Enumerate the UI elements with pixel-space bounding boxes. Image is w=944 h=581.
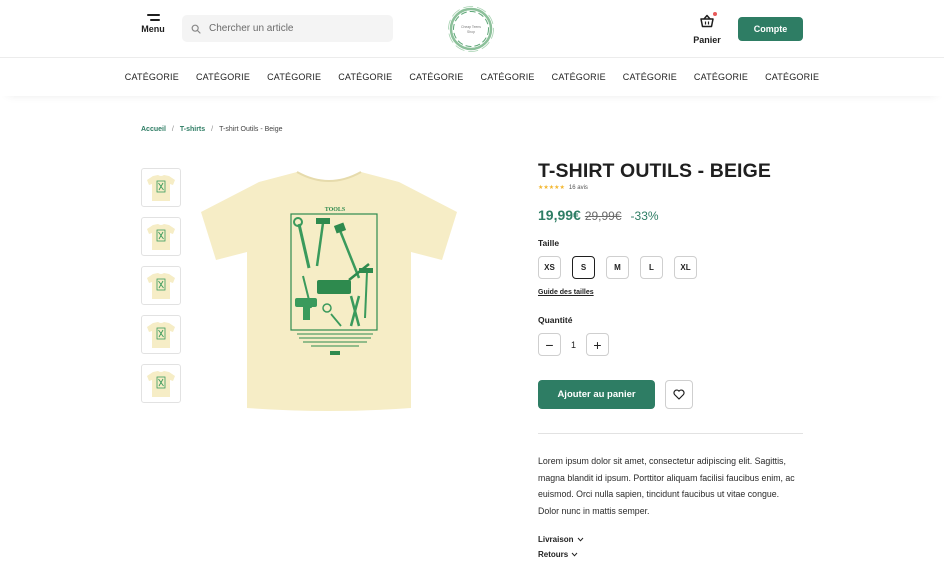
quantity-label: Quantité [538,315,573,325]
product-thumbnail[interactable] [141,315,181,354]
add-to-cart-button[interactable]: Ajouter au panier [538,380,655,409]
product-thumbnail[interactable] [141,364,181,403]
returns-label: Retours [538,550,569,559]
cart-badge [713,12,717,16]
category-link[interactable]: CATÉGORIE [196,72,250,82]
breadcrumb-separator: / [171,126,174,133]
logo-text-bottom: Shop [467,30,475,34]
product-thumbnail[interactable] [141,266,181,305]
heart-icon [673,389,685,400]
size-selector: XS S M L XL [538,256,697,279]
chevron-down-icon [571,552,578,557]
search-input[interactable] [209,23,379,34]
breadcrumb-home[interactable]: Accueil [141,126,166,133]
breadcrumb-current: T-shirt Outils - Beige [219,126,283,133]
size-option-xs[interactable]: XS [538,256,561,279]
site-header: Menu Cheap Teens Shop Panier Compte [0,0,944,58]
price-block: 19,99€ 29,99€ -33% [538,207,659,223]
review-count: 16 avis [568,184,588,191]
category-link[interactable]: CATÉGORIE [552,72,606,82]
product-thumbnail[interactable] [141,217,181,256]
category-link[interactable]: CATÉGORIE [694,72,748,82]
thumbnail-image [147,223,175,250]
chevron-down-icon [577,537,583,542]
logo-text-top: Cheap Teens [461,25,481,29]
divider [538,433,803,434]
breadcrumb-separator: / [211,126,214,133]
basket-icon [700,14,714,28]
breadcrumb-category[interactable]: T-shirts [180,126,205,133]
cart-button[interactable]: Panier [690,12,724,45]
thumbnail-image [147,321,175,348]
category-link[interactable]: CATÉGORIE [765,72,819,82]
search-icon [191,24,201,34]
size-label: Taille [538,238,560,248]
category-link[interactable]: CATÉGORIE [409,72,463,82]
product-description: Lorem ipsum dolor sit amet, consectetur … [538,456,795,516]
product-rating[interactable]: ★★★★★ 16 avis [538,184,588,192]
size-guide-link[interactable]: Guide des tailles [538,289,594,296]
current-price: 19,99€ [538,207,581,223]
print-title: TOOLS [325,207,346,213]
wishlist-button[interactable] [665,380,693,409]
breadcrumb: Accueil / T-shirts / T-shirt Outils - Be… [141,126,283,133]
quantity-stepper: − 1 + [538,333,609,356]
cart-label: Panier [693,35,721,45]
thumbnail-image [147,272,175,299]
shipping-accordion[interactable]: Livraison [538,535,584,544]
product-thumbnail[interactable] [141,168,181,207]
category-link[interactable]: CATÉGORIE [481,72,535,82]
category-link[interactable]: CATÉGORIE [125,72,179,82]
increase-quantity-button[interactable]: + [586,333,609,356]
size-option-s[interactable]: S [572,256,595,279]
category-link[interactable]: CATÉGORIE [338,72,392,82]
discount-badge: -33% [630,209,659,223]
size-option-l[interactable]: L [640,256,663,279]
category-link[interactable]: CATÉGORIE [623,72,677,82]
size-option-xl[interactable]: XL [674,256,697,279]
product-title: T-SHIRT OUTILS - BEIGE [538,160,771,182]
thumbnail-image [147,370,175,397]
category-list: CATÉGORIE CATÉGORIE CATÉGORIE CATÉGORIE CATÉ… [0,58,944,82]
account-button[interactable]: Compte [738,17,803,41]
shipping-label: Livraison [538,535,574,544]
size-option-m[interactable]: M [606,256,629,279]
quantity-value: 1 [570,339,576,350]
shop-logo[interactable]: Cheap Teens Shop [447,5,495,53]
category-nav: CATÉGORIE CATÉGORIE CATÉGORIE CATÉGORIE CATÉ… [0,58,944,96]
thumbnail-list [141,168,181,413]
returns-accordion[interactable]: Retours [538,550,578,559]
decrease-quantity-button[interactable]: − [538,333,561,356]
product-image: TOOLS [201,171,457,411]
star-rating-icon: ★★★★★ [538,185,565,191]
menu-button[interactable]: Menu [140,14,166,34]
menu-label: Menu [141,24,165,34]
thumbnail-image [147,174,175,201]
original-price: 29,99€ [584,209,622,223]
search-bar[interactable] [182,15,393,42]
hamburger-icon [146,14,160,21]
category-link[interactable]: CATÉGORIE [267,72,321,82]
